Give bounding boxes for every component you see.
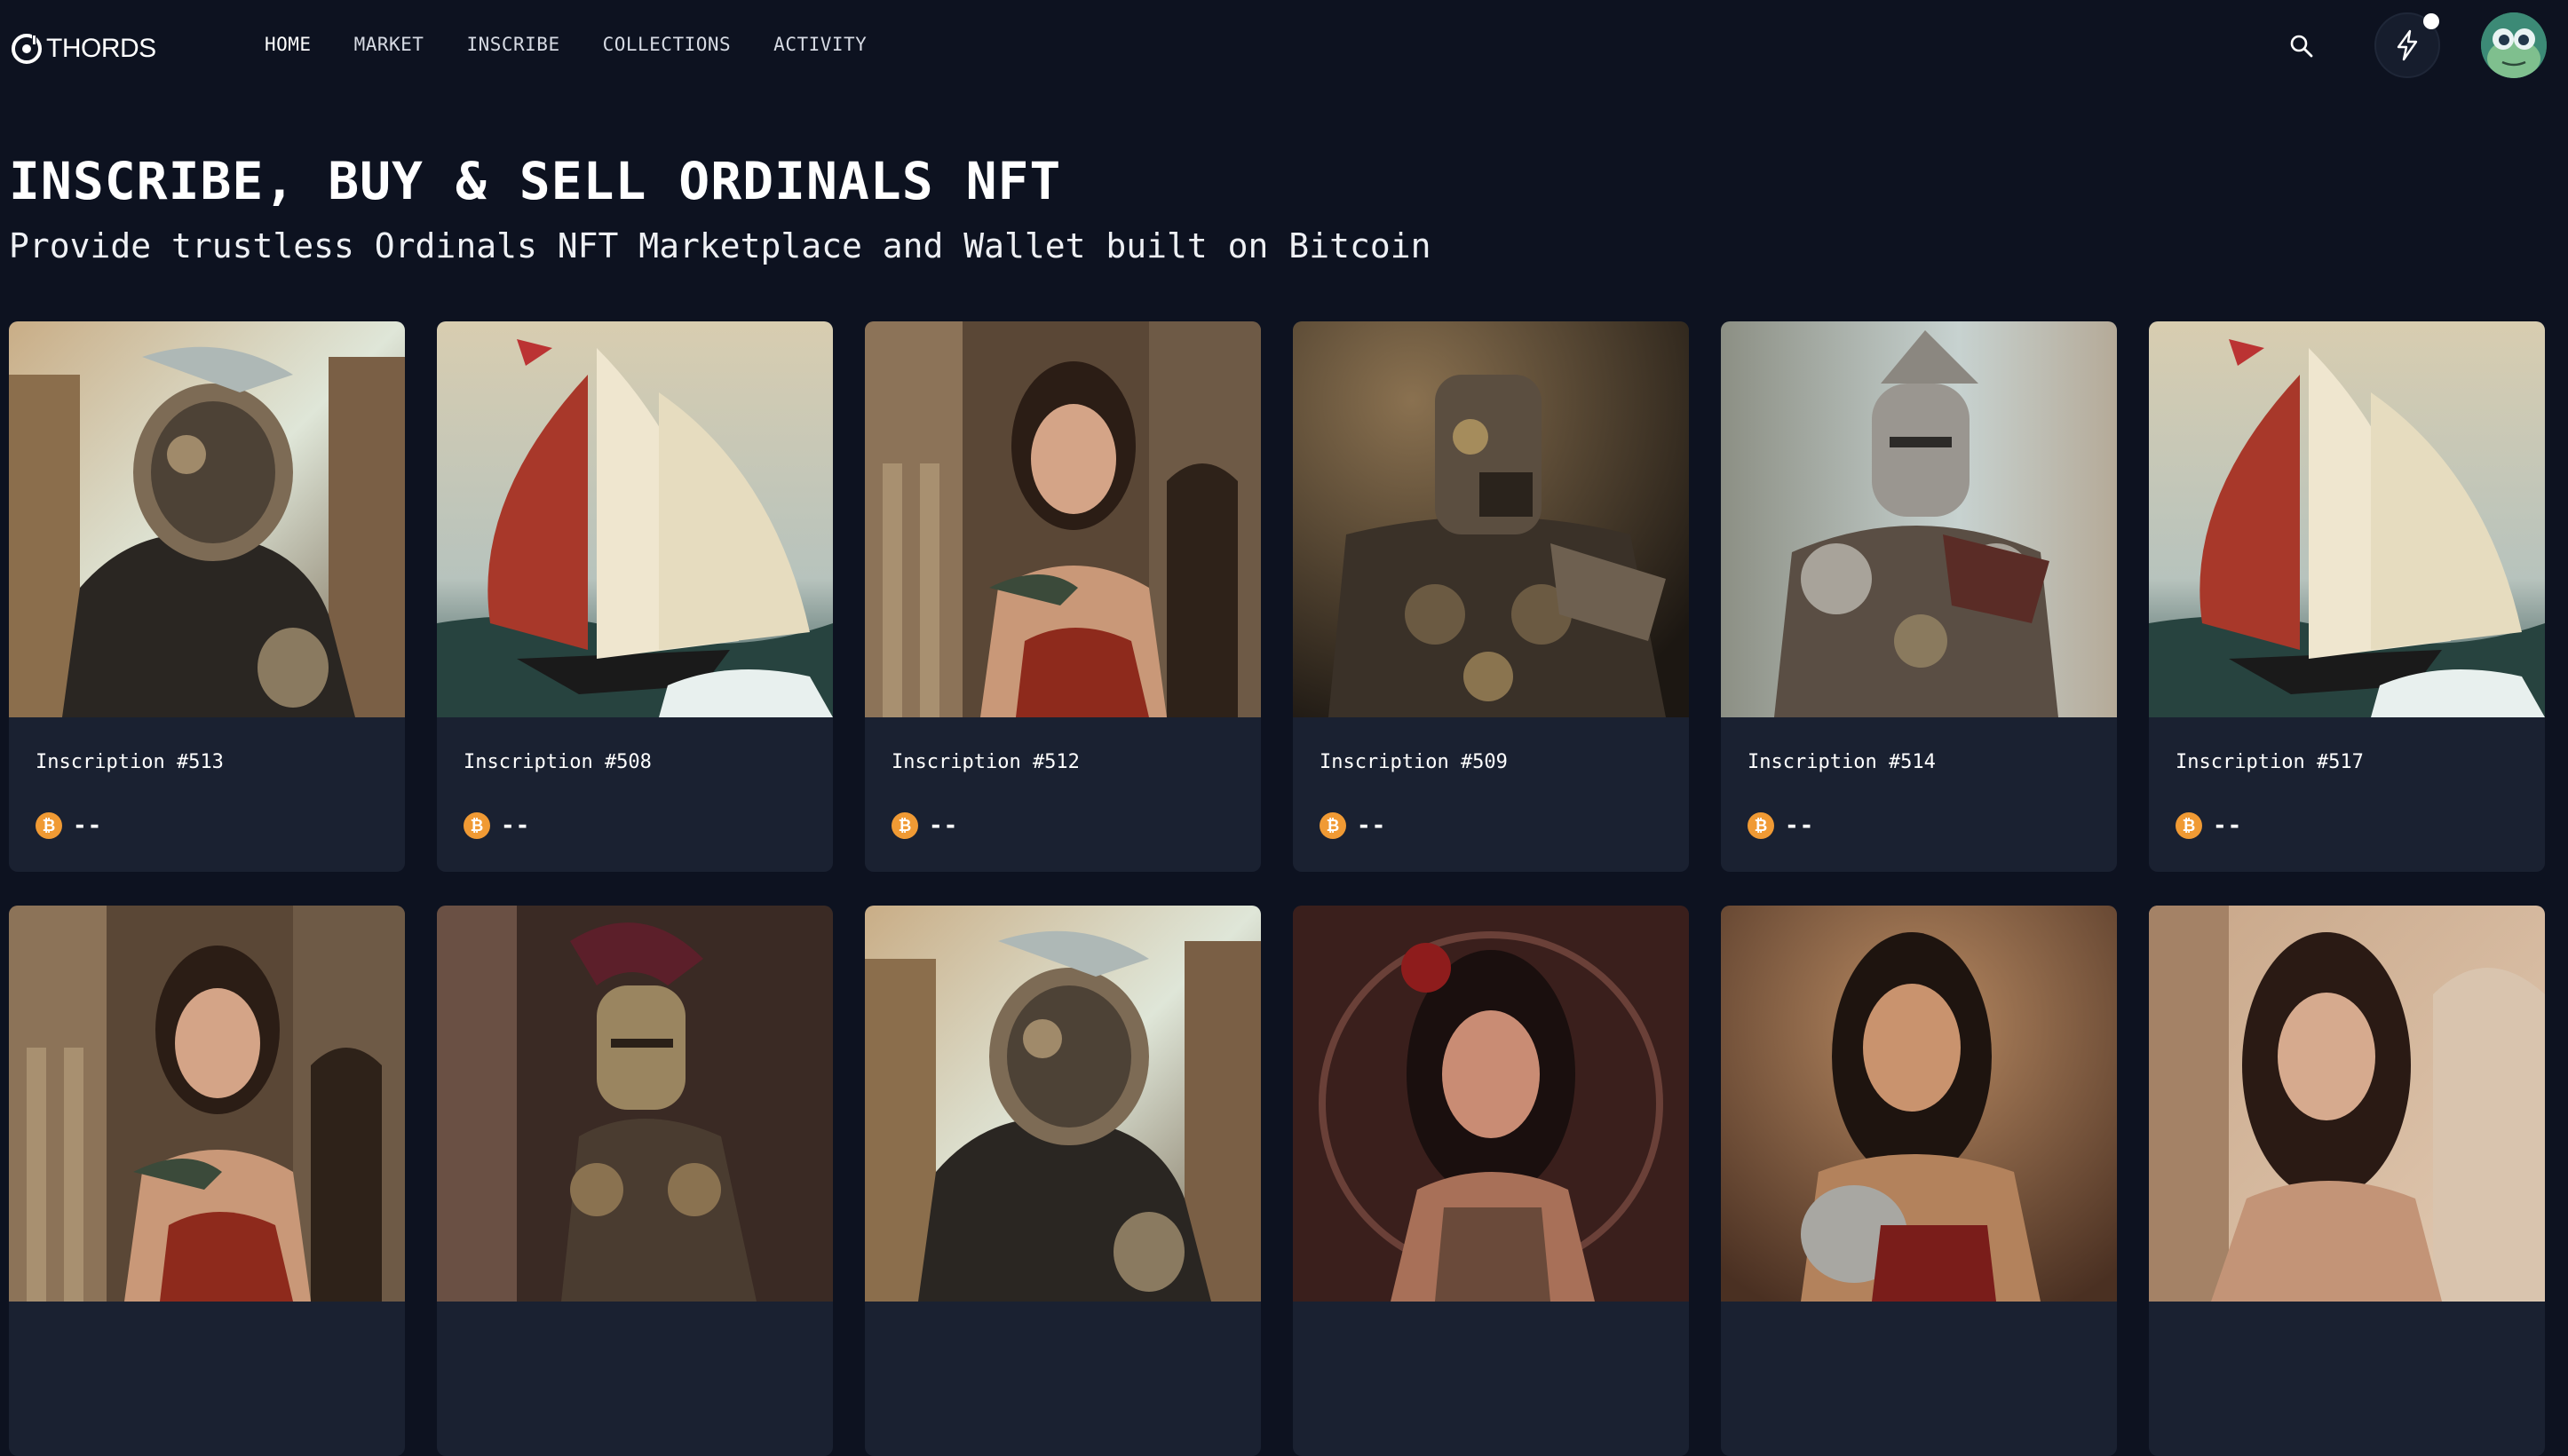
- inscription-card[interactable]: Inscription #509 ₿ --: [1293, 321, 1689, 872]
- inscription-card[interactable]: [1293, 906, 1689, 1456]
- logo-icon: [12, 34, 42, 64]
- bitcoin-icon: ₿: [1748, 812, 1774, 839]
- page-title: INSCRIBE, BUY & SELL ORDINALS NFT: [9, 151, 1062, 211]
- logo-text: THORDS: [46, 34, 156, 63]
- main-nav: HOME MARKET INSCRIBE COLLECTIONS ACTIVIT…: [265, 34, 867, 55]
- avatar-frog-icon: [2481, 12, 2547, 78]
- inscription-image-crested-knight: [1721, 321, 2117, 717]
- inscription-title: Inscription #508: [464, 751, 652, 773]
- user-avatar[interactable]: [2481, 12, 2547, 78]
- price-value: --: [73, 812, 103, 839]
- nav-inscribe[interactable]: INSCRIBE: [466, 34, 559, 55]
- price-row: ₿ --: [2176, 812, 2518, 839]
- page-subtitle: Provide trustless Ordinals NFT Marketpla…: [9, 226, 1431, 265]
- inscription-card[interactable]: Inscription #512 ₿ --: [865, 321, 1261, 872]
- logo[interactable]: THORDS: [11, 30, 156, 67]
- top-navigation-bar: THORDS HOME MARKET INSCRIBE COLLECTIONS …: [0, 0, 2568, 98]
- price-value: --: [1785, 812, 1815, 839]
- price-row: ₿ --: [892, 812, 1234, 839]
- bitcoin-icon: ₿: [464, 812, 490, 839]
- inscription-card[interactable]: [437, 906, 833, 1456]
- inscription-image-roman-woman: [9, 906, 405, 1302]
- search-button[interactable]: [2286, 30, 2318, 62]
- inscription-image-roman-woman: [865, 321, 1261, 717]
- inscription-title: Inscription #509: [1320, 751, 1508, 773]
- inscription-image-steampunk-robot: [1293, 321, 1689, 717]
- inscription-card[interactable]: Inscription #513 ₿ --: [9, 321, 405, 872]
- bitcoin-icon: ₿: [892, 812, 918, 839]
- price-row: ₿ --: [1320, 812, 1662, 839]
- price-value: --: [929, 812, 959, 839]
- bitcoin-icon: ₿: [1320, 812, 1346, 839]
- inscription-title: Inscription #517: [2176, 751, 2364, 773]
- inscription-image-roman-woman-colosseum: [2149, 906, 2545, 1302]
- price-value: --: [501, 812, 531, 839]
- nav-market[interactable]: MARKET: [354, 34, 424, 55]
- inscription-image-sailing-ship: [2149, 321, 2545, 717]
- price-value: --: [1357, 812, 1387, 839]
- bitcoin-icon: ₿: [2176, 812, 2202, 839]
- inscription-card[interactable]: [9, 906, 405, 1456]
- inscription-title: Inscription #513: [36, 751, 224, 773]
- inscription-grid: Inscription #513 ₿ -- Inscription #508 ₿…: [9, 321, 2547, 1456]
- inscription-image-plumed-knight: [437, 906, 833, 1302]
- inscription-image-woman-with-rose: [1293, 906, 1689, 1302]
- inscription-card[interactable]: [2149, 906, 2545, 1456]
- price-value: --: [2213, 812, 2243, 839]
- inscription-card[interactable]: Inscription #508 ₿ --: [437, 321, 833, 872]
- inscription-title: Inscription #514: [1748, 751, 1936, 773]
- inscription-title: Inscription #512: [892, 751, 1080, 773]
- notification-dot: [2423, 13, 2439, 29]
- inscription-card[interactable]: Inscription #517 ₿ --: [2149, 321, 2545, 872]
- nav-home[interactable]: HOME: [265, 34, 312, 55]
- price-row: ₿ --: [36, 812, 378, 839]
- lightning-bolt-icon: [2397, 29, 2418, 61]
- bitcoin-icon: ₿: [36, 812, 62, 839]
- inscription-card[interactable]: [865, 906, 1261, 1456]
- inscription-card[interactable]: Inscription #514 ₿ --: [1721, 321, 2117, 872]
- search-icon: [2290, 35, 2313, 58]
- nav-activity[interactable]: ACTIVITY: [773, 34, 867, 55]
- price-row: ₿ --: [464, 812, 806, 839]
- inscription-image-armored-knight: [865, 906, 1261, 1302]
- inscription-image-gladiator-woman: [1721, 906, 2117, 1302]
- price-row: ₿ --: [1748, 812, 2090, 839]
- inscription-card[interactable]: [1721, 906, 2117, 1456]
- nav-collections[interactable]: COLLECTIONS: [603, 34, 732, 55]
- inscription-image-armored-knight: [9, 321, 405, 717]
- inscription-image-sailing-ship: [437, 321, 833, 717]
